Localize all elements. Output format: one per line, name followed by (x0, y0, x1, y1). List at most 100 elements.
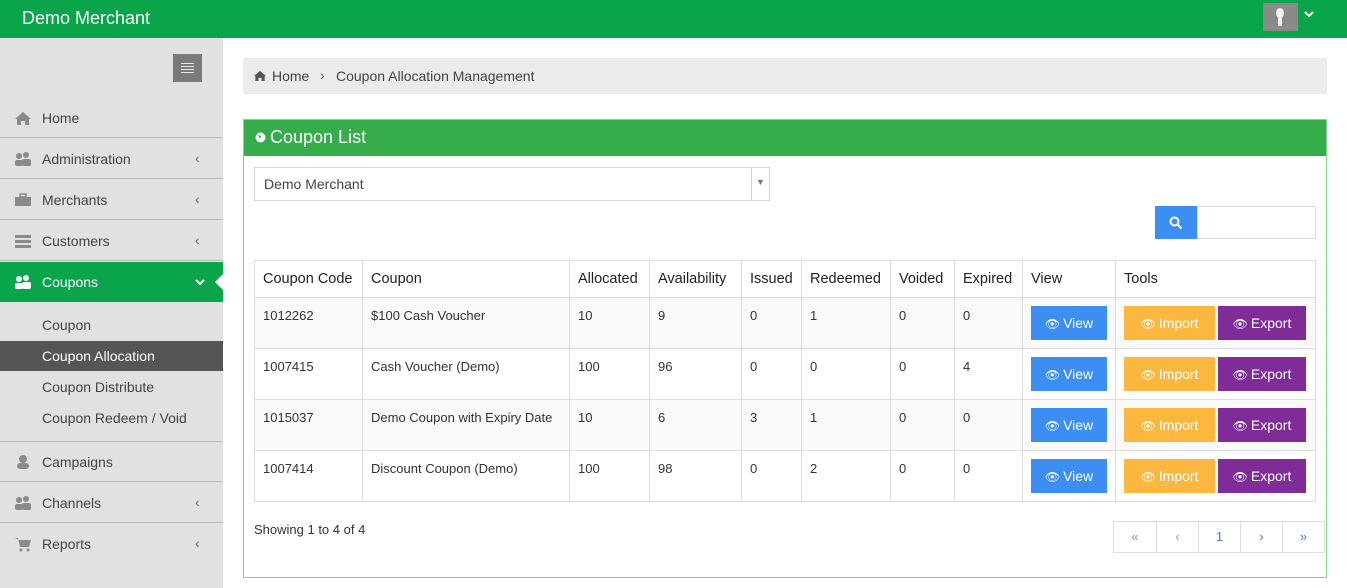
view-button[interactable]: 👁 View (1031, 357, 1107, 391)
sidebar-item-administration[interactable]: Administration ‹ (0, 139, 223, 179)
view-button-label: View (1063, 468, 1094, 484)
user-silhouette-icon (1276, 8, 1284, 26)
export-button-label: Export (1250, 468, 1292, 484)
table-row: 1007415 Cash Voucher (Demo) 100 96 0 0 0… (254, 348, 1316, 400)
export-button-label: Export (1250, 366, 1292, 382)
view-button[interactable]: 👁 View (1031, 306, 1107, 340)
cell-availability: 96 (649, 348, 742, 400)
coupon-table: Coupon Code Coupon Allocated Availabilit… (254, 260, 1316, 502)
cell-voided: 0 (890, 399, 955, 451)
column-header: Allocated (569, 260, 650, 298)
sidebar-item-customers[interactable]: Customers ‹ (0, 221, 223, 261)
table-row: 1007414 Discount Coupon (Demo) 100 98 0 … (254, 450, 1316, 502)
sidebar-item-label: Campaigns (42, 454, 113, 470)
user-menu-chevron-icon[interactable] (1304, 7, 1314, 21)
column-header: Tools (1115, 260, 1316, 298)
search-icon (1169, 216, 1183, 230)
cell-tools: 👁 Import 👁 Export (1115, 450, 1316, 502)
export-button[interactable]: 👁 Export (1218, 357, 1306, 391)
list-icon (15, 235, 31, 248)
cell-issued: 0 (741, 450, 802, 502)
eye-icon: 👁 (1044, 368, 1061, 382)
view-button-label: View (1063, 366, 1094, 382)
sidebar-subitem-coupon-distribute[interactable]: Coupon Distribute (0, 372, 223, 402)
cell-view: 👁 View (1022, 399, 1116, 451)
cell-voided: 0 (890, 348, 955, 400)
cell-allocated: 100 (569, 450, 650, 502)
users-icon (15, 275, 31, 289)
import-button[interactable]: 👁 Import (1124, 459, 1215, 493)
cell-availability: 6 (649, 399, 742, 451)
sidebar-item-coupons[interactable]: Coupons (0, 262, 223, 302)
merchant-select-value: Demo Merchant (264, 176, 364, 192)
cell-code: 1012262 (254, 297, 363, 349)
chevron-left-icon: ‹ (195, 191, 200, 207)
table-row: 1012262 $100 Cash Voucher 10 9 0 1 0 0 👁… (254, 297, 1316, 349)
sidebar-item-label: Channels (42, 495, 102, 511)
view-button-label: View (1063, 417, 1094, 433)
user-icon (17, 455, 29, 469)
sidebar-subitem-coupon[interactable]: Coupon (0, 310, 223, 340)
column-header: Issued (741, 260, 802, 298)
cell-availability: 9 (649, 297, 742, 349)
sidebar-subitem-coupon-allocation[interactable]: Coupon Allocation (0, 341, 223, 371)
eye-icon: 👁 (1232, 368, 1248, 382)
merchant-select[interactable]: Demo Merchant ▼ (254, 167, 770, 201)
breadcrumb-home-link[interactable]: Home (272, 68, 309, 84)
import-button[interactable]: 👁 Import (1124, 306, 1215, 340)
dropdown-arrow-icon: ▼ (756, 177, 765, 187)
cell-view: 👁 View (1022, 297, 1116, 349)
sidebar-item-channels[interactable]: Channels ‹ (0, 483, 223, 523)
sidebar-item-reports[interactable]: Reports ‹ (0, 524, 223, 564)
pager-first-button[interactable]: « (1114, 522, 1156, 552)
view-button[interactable]: 👁 View (1031, 459, 1107, 493)
chevron-left-icon: ‹ (195, 494, 200, 510)
sidebar-subitem-label: Coupon Distribute (42, 379, 155, 395)
sidebar-item-home[interactable]: Home (0, 98, 223, 138)
sidebar-toggle-button[interactable] (173, 54, 202, 82)
cell-expired: 0 (954, 450, 1023, 502)
cell-view: 👁 View (1022, 348, 1116, 400)
column-header: Coupon Code (254, 260, 363, 298)
import-button[interactable]: 👁 Import (1124, 408, 1215, 442)
sidebar: Home Administration ‹ Merchants ‹ Custom… (0, 38, 223, 588)
brand-title[interactable]: Demo Merchant (22, 8, 150, 29)
sidebar-subitem-coupon-redeem-void[interactable]: Coupon Redeem / Void (0, 403, 223, 433)
sidebar-subitem-label: Coupon Allocation (42, 348, 155, 364)
eye-icon: 👁 (1140, 470, 1156, 484)
cell-redeemed: 0 (801, 348, 891, 400)
sidebar-item-merchants[interactable]: Merchants ‹ (0, 180, 223, 220)
user-avatar[interactable] (1263, 3, 1298, 31)
cell-issued: 0 (741, 297, 802, 349)
cell-tools: 👁 Import 👁 Export (1115, 348, 1316, 400)
export-button[interactable]: 👁 Export (1218, 408, 1306, 442)
pager-last-button[interactable]: » (1282, 522, 1324, 552)
sidebar-item-label: Home (42, 110, 80, 126)
cell-code: 1015037 (254, 399, 363, 451)
import-button-label: Import (1158, 468, 1199, 484)
cell-view: 👁 View (1022, 450, 1116, 502)
cell-coupon: $100 Cash Voucher (362, 297, 570, 349)
eye-icon: 👁 (1044, 470, 1061, 484)
pager-prev-button[interactable]: ‹ (1156, 522, 1198, 552)
column-header: Voided (890, 260, 955, 298)
cell-voided: 0 (890, 297, 955, 349)
export-button[interactable]: 👁 Export (1218, 306, 1306, 340)
breadcrumb-separator: › (320, 67, 325, 83)
chevron-left-icon: ‹ (195, 535, 200, 551)
pager-next-button[interactable]: › (1240, 522, 1282, 552)
pager-page-1[interactable]: 1 (1198, 522, 1240, 552)
breadcrumb: Home › Coupon Allocation Management (243, 58, 1327, 94)
search-input[interactable] (1197, 206, 1316, 239)
export-button[interactable]: 👁 Export (1218, 459, 1306, 493)
panel-title: Coupon List (270, 127, 367, 147)
briefcase-icon (15, 193, 31, 206)
sidebar-item-campaigns[interactable]: Campaigns (0, 442, 223, 482)
import-button[interactable]: 👁 Import (1124, 357, 1215, 391)
eye-icon: 👁 (1232, 419, 1248, 433)
search-button[interactable] (1155, 206, 1197, 239)
sidebar-subitem-label: Coupon (42, 317, 92, 333)
eye-icon: 👁 (1232, 317, 1248, 331)
chevron-left-icon: ‹ (195, 150, 200, 166)
view-button[interactable]: 👁 View (1031, 408, 1107, 442)
